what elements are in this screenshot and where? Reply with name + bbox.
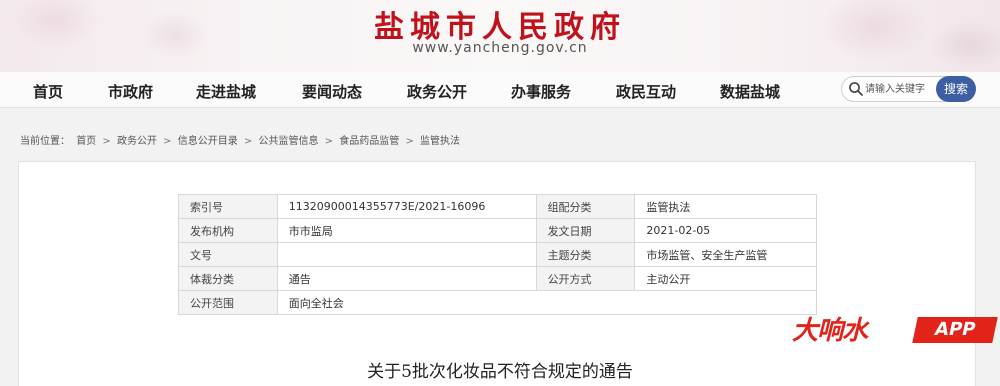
table-row: 体裁分类 通告 公开方式 主动公开 bbox=[178, 266, 817, 291]
header-banner: 盐城市人民政府 www.yancheng.gov.cn bbox=[0, 0, 1000, 72]
meta-key: 索引号 bbox=[178, 194, 278, 219]
breadcrumb-separator: > bbox=[243, 136, 253, 147]
meta-key: 公开范围 bbox=[178, 290, 278, 315]
nav-item-services[interactable]: 办事服务 bbox=[511, 81, 571, 102]
nav-item-interaction[interactable]: 政民互动 bbox=[616, 81, 676, 102]
meta-key: 发布机构 bbox=[178, 218, 278, 243]
breadcrumb-enforcement[interactable]: 监管执法 bbox=[420, 136, 460, 147]
breadcrumb: 当前位置： 首页 > 政务公开 > 信息公开目录 > 公共监管信息 > 食品药品… bbox=[20, 132, 463, 147]
breadcrumb-info-catalog[interactable]: 信息公开目录 bbox=[178, 136, 238, 147]
search-button[interactable]: 搜索 bbox=[936, 76, 976, 102]
meta-key: 发文日期 bbox=[535, 218, 636, 243]
nav-item-government[interactable]: 市政府 bbox=[108, 81, 153, 102]
breadcrumb-public-supervision[interactable]: 公共监管信息 bbox=[258, 136, 318, 147]
meta-key: 公开方式 bbox=[535, 266, 636, 291]
breadcrumb-label: 当前位置： bbox=[20, 136, 70, 147]
document-title: 关于5批次化妆品不符合规定的通告 bbox=[367, 362, 633, 382]
breadcrumb-separator: > bbox=[163, 136, 172, 147]
breadcrumb-food-drug[interactable]: 食品药品监管 bbox=[339, 136, 399, 147]
table-row: 文号 主题分类 市场监管、安全生产监管 bbox=[178, 242, 817, 267]
table-row: 发布机构 市市监局 发文日期 2021-02-05 bbox=[178, 218, 817, 243]
meta-key: 主题分类 bbox=[535, 242, 636, 267]
watermark-app-badge: APP bbox=[912, 317, 998, 343]
meta-value: 市市监局 bbox=[276, 218, 537, 243]
meta-key: 组配分类 bbox=[535, 194, 636, 219]
meta-key: 体裁分类 bbox=[178, 266, 278, 291]
meta-value: 面向全社会 bbox=[276, 290, 818, 315]
table-row: 索引号 11320900014355773E/2021-16096 组配分类 监… bbox=[178, 194, 817, 219]
nav-item-home[interactable]: 首页 bbox=[33, 81, 63, 102]
breadcrumb-home[interactable]: 首页 bbox=[76, 136, 96, 147]
breadcrumb-separator: > bbox=[405, 136, 414, 147]
table-row: 公开范围 面向全社会 bbox=[178, 290, 818, 315]
search-icon bbox=[849, 82, 863, 96]
watermark-brand: 大响水 bbox=[792, 316, 868, 346]
meta-value: 主动公开 bbox=[634, 266, 817, 291]
nav-item-data[interactable]: 数据盐城 bbox=[720, 81, 780, 102]
meta-value: 监管执法 bbox=[634, 194, 817, 219]
nav-item-public-affairs[interactable]: 政务公开 bbox=[407, 81, 467, 102]
meta-value: 市场监管、安全生产监管 bbox=[634, 242, 817, 267]
meta-value bbox=[276, 242, 537, 267]
breadcrumb-separator: > bbox=[102, 136, 111, 147]
breadcrumb-public-affairs[interactable]: 政务公开 bbox=[117, 136, 157, 147]
meta-value: 11320900014355773E/2021-16096 bbox=[276, 194, 537, 219]
meta-key: 文号 bbox=[178, 242, 278, 267]
meta-value: 2021-02-05 bbox=[634, 218, 817, 243]
meta-value: 通告 bbox=[276, 266, 537, 291]
nav-item-about-city[interactable]: 走进盐城 bbox=[196, 81, 256, 102]
nav-item-news[interactable]: 要闻动态 bbox=[302, 81, 362, 102]
breadcrumb-separator: > bbox=[324, 136, 334, 147]
site-url[interactable]: www.yancheng.gov.cn bbox=[0, 40, 1000, 56]
watermark-logo: 大响水 APP bbox=[792, 310, 998, 350]
search-input[interactable] bbox=[865, 80, 937, 98]
document-meta-table: 索引号 11320900014355773E/2021-16096 组配分类 监… bbox=[178, 194, 818, 315]
